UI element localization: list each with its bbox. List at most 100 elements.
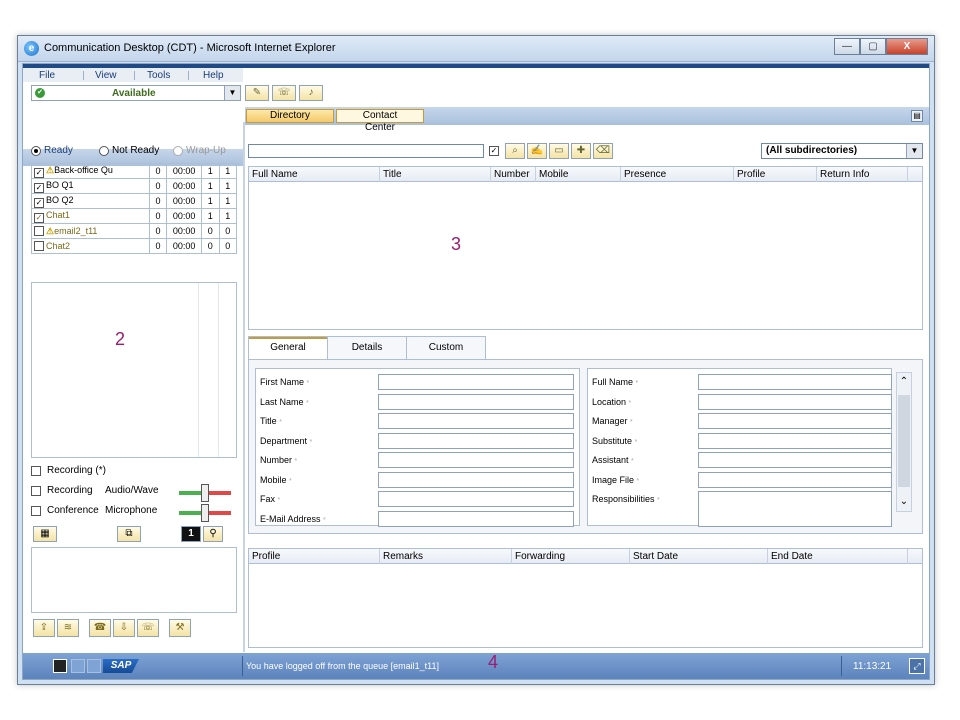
field-input[interactable] xyxy=(698,432,892,449)
scroll-down-icon[interactable]: ⌄ xyxy=(897,495,911,509)
tab-details[interactable]: Details xyxy=(327,336,407,360)
maximize-button[interactable]: ▢ xyxy=(860,38,886,55)
field-input[interactable] xyxy=(378,393,574,410)
queue-name-cell: ✓ ⚠Back-office Qu xyxy=(31,163,150,179)
search-icon[interactable]: ⚲ xyxy=(203,526,223,542)
field-input[interactable] xyxy=(378,413,574,429)
col-profile[interactable]: Profile xyxy=(252,551,280,562)
slider-knob[interactable] xyxy=(201,504,209,522)
close-button[interactable]: X xyxy=(886,38,928,55)
accept-icon[interactable]: ⇪ xyxy=(33,619,55,637)
col-presence[interactable]: Presence xyxy=(624,169,666,180)
radio-wrap-up[interactable]: Wrap-Up xyxy=(173,145,226,156)
wifi-icon[interactable]: ≋ xyxy=(57,619,79,637)
internet-explorer-icon: e xyxy=(24,41,39,56)
expand-icon[interactable]: ⤢ xyxy=(909,658,925,674)
queue-row[interactable]: ⚠email2_t11 0 00:00 0 0 xyxy=(31,223,238,239)
delete-icon[interactable]: ⌫ xyxy=(593,143,613,159)
checkbox[interactable] xyxy=(31,485,41,496)
slider-knob[interactable] xyxy=(201,484,209,502)
field-input[interactable] xyxy=(698,452,892,468)
col-profile[interactable]: Profile xyxy=(737,169,765,180)
tab-directory[interactable]: Directory xyxy=(246,109,334,123)
field-input[interactable] xyxy=(698,471,892,488)
checkbox[interactable] xyxy=(31,465,41,476)
field-input[interactable] xyxy=(698,413,892,429)
field-input[interactable] xyxy=(378,452,574,468)
field-input[interactable] xyxy=(698,491,892,527)
tab-custom[interactable]: Custom xyxy=(406,336,486,360)
form-scrollbar[interactable]: ⌃ ⌄ xyxy=(896,372,912,512)
dial-icon[interactable]: ✎ xyxy=(245,85,269,101)
col-end-date[interactable]: End Date xyxy=(771,551,813,562)
menu-view[interactable]: View xyxy=(95,70,117,81)
cdt-app: File View Tools Help ✔ Available ▼ ✎ ☏ ♪… xyxy=(22,63,930,680)
field-input[interactable] xyxy=(698,374,892,390)
menu-file[interactable]: File xyxy=(39,70,55,81)
field-input[interactable] xyxy=(378,432,574,449)
col-mobile[interactable]: Mobile xyxy=(539,169,568,180)
menu-help[interactable]: Help xyxy=(203,70,224,81)
queue-checkbox[interactable] xyxy=(34,241,44,251)
scroll-thumb[interactable] xyxy=(898,395,910,487)
field-input[interactable] xyxy=(378,491,574,507)
col-title[interactable]: Title xyxy=(383,169,402,180)
wrench-icon[interactable]: ⚒ xyxy=(169,619,191,637)
tab-contact-center[interactable]: Contact Center xyxy=(336,109,424,133)
consult-icon[interactable]: ⇩ xyxy=(113,619,135,637)
directory-search-input[interactable] xyxy=(248,144,484,158)
edit-icon[interactable]: ✍ xyxy=(527,143,547,159)
conference-row[interactable]: Conference xyxy=(31,505,99,516)
minimize-button[interactable]: — xyxy=(834,38,860,55)
radio-ready[interactable]: Ready xyxy=(31,145,73,156)
conference-icon[interactable]: ☏ xyxy=(137,619,159,637)
splitter[interactable] xyxy=(243,122,245,652)
col-remarks[interactable]: Remarks xyxy=(383,551,423,562)
tab-general[interactable]: General xyxy=(248,336,328,360)
subdirectory-select[interactable]: (All subdirectories) ▼ xyxy=(761,143,923,159)
field-input[interactable] xyxy=(378,471,574,488)
column-divider xyxy=(535,167,536,182)
queue-checkbox[interactable] xyxy=(34,225,44,236)
queue-row[interactable]: ✓ ⚠Back-office Qu 0 00:00 1 1 xyxy=(31,163,238,179)
agent-status-select[interactable]: ✔ Available ▼ xyxy=(31,85,241,101)
panel-toggle-icon[interactable]: ▤ xyxy=(911,110,923,122)
chevron-down-icon[interactable]: ▼ xyxy=(224,86,240,100)
microphone-slider[interactable] xyxy=(179,504,231,522)
directory-table-header: Full Name Title Number Mobile Presence P… xyxy=(249,167,922,182)
search-checkbox[interactable]: ✓ xyxy=(489,146,499,156)
keypad-icon[interactable]: ▦ xyxy=(33,526,57,542)
recording-row[interactable]: Recording xyxy=(31,485,93,496)
line-number-button[interactable]: 1 xyxy=(181,526,201,542)
field-input[interactable] xyxy=(378,374,574,390)
new-contact-icon[interactable]: ✚ xyxy=(571,143,591,159)
hold-icon[interactable]: ☏ xyxy=(272,85,296,101)
col-forwarding[interactable]: Forwarding xyxy=(515,551,565,562)
queue-checkbox[interactable]: ✓ xyxy=(34,212,44,223)
queue-checkbox[interactable]: ✓ xyxy=(34,182,44,193)
queue-checkbox[interactable]: ✓ xyxy=(34,197,44,208)
field-input[interactable] xyxy=(378,510,574,527)
col-start-date[interactable]: Start Date xyxy=(633,551,678,562)
print-icon[interactable]: ▭ xyxy=(549,143,569,159)
scroll-up-icon[interactable]: ⌃ xyxy=(897,375,911,389)
audiowave-slider[interactable] xyxy=(179,484,231,502)
chevron-down-icon[interactable]: ▼ xyxy=(906,144,922,158)
recording-star-row[interactable]: Recording (*) xyxy=(31,465,106,476)
queue-row[interactable]: ✓ BO Q1 0 00:00 1 1 xyxy=(31,178,238,194)
speaker-icon[interactable]: ♪ xyxy=(299,85,323,101)
transfer-icon[interactable]: ⧉ xyxy=(117,526,141,542)
checkbox[interactable] xyxy=(31,505,41,516)
queue-row[interactable]: ✓ Chat1 0 00:00 1 1 xyxy=(31,208,238,224)
col-number[interactable]: Number xyxy=(494,169,530,180)
menu-tools[interactable]: Tools xyxy=(147,70,170,81)
field-input[interactable] xyxy=(698,393,892,410)
col-return-info[interactable]: Return Info xyxy=(820,169,869,180)
hangup-icon[interactable]: ☎ xyxy=(89,619,111,637)
queue-row[interactable]: Chat2 0 00:00 0 0 xyxy=(31,238,238,254)
binoculars-icon[interactable]: ⌕ xyxy=(505,143,525,159)
col-full-name[interactable]: Full Name xyxy=(252,169,298,180)
queue-row[interactable]: ✓ BO Q2 0 00:00 1 1 xyxy=(31,193,238,209)
radio-not-ready[interactable]: Not Ready xyxy=(99,145,159,156)
queue-checkbox[interactable]: ✓ xyxy=(34,167,44,178)
